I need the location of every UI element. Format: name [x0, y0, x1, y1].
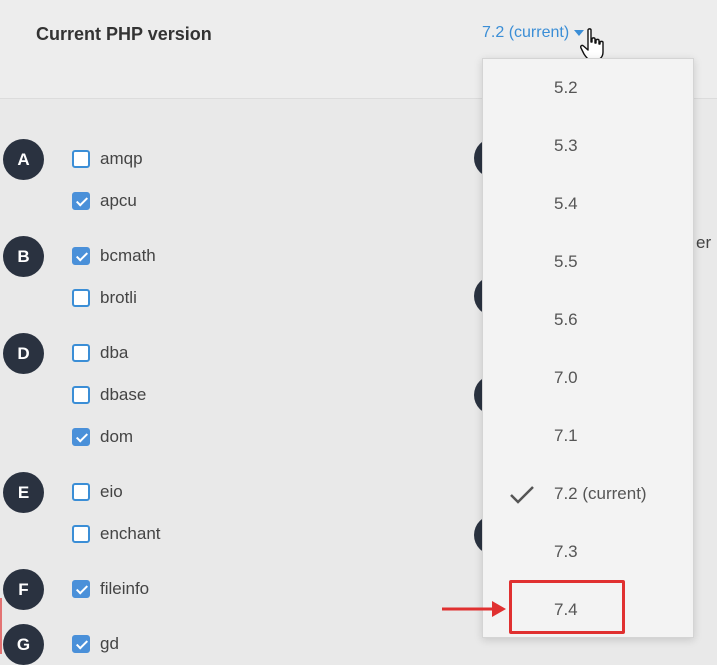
version-option-7-0[interactable]: 7.0 — [483, 349, 693, 407]
extension-checkbox[interactable] — [72, 483, 90, 501]
version-option-label: 5.6 — [554, 310, 578, 329]
version-option-5-3[interactable]: 5.3 — [483, 117, 693, 175]
extension-label: apcu — [100, 191, 137, 210]
highlight-box — [509, 580, 625, 634]
version-option-label: 7.2 (current) — [554, 484, 647, 503]
extension-checkbox[interactable] — [72, 344, 90, 362]
version-option-7-3[interactable]: 7.3 — [483, 523, 693, 581]
extension-amqp[interactable]: amqp — [72, 147, 143, 171]
extension-checkbox[interactable] — [72, 635, 90, 653]
extension-label: eio — [100, 482, 123, 501]
php-version-menu: 5.2 5.3 5.4 5.5 5.6 7.0 7.1 7.2 (current) 7.3 7.4 — [482, 58, 694, 638]
letter-badge-b: B — [3, 236, 44, 277]
extension-label: fileinfo — [100, 579, 150, 598]
letter-badge-f: F — [3, 569, 44, 610]
extension-label: dbase — [100, 385, 147, 404]
extension-checkbox[interactable] — [72, 150, 90, 168]
extension-brotli[interactable]: brotli — [72, 286, 137, 310]
hand-cursor-icon — [580, 28, 604, 61]
extension-label: dom — [100, 427, 134, 446]
extension-dba[interactable]: dba — [72, 341, 128, 365]
extension-fileinfo[interactable]: fileinfo — [72, 577, 149, 601]
extension-label: bcmath — [100, 246, 156, 265]
letter-badge-e: E — [3, 472, 44, 513]
version-option-label: 5.3 — [554, 136, 578, 155]
version-option-5-5[interactable]: 5.5 — [483, 233, 693, 291]
red-arrow-icon — [442, 601, 506, 617]
extension-eio[interactable]: eio — [72, 480, 123, 504]
extension-checkbox[interactable] — [72, 247, 90, 265]
letter-badge-g: G — [3, 624, 44, 665]
letter-badge-a: A — [3, 139, 44, 180]
edge-stripe — [0, 598, 2, 654]
page-title: Current PHP version — [36, 24, 212, 44]
extension-label: gd — [100, 634, 119, 653]
extension-dbase[interactable]: dbase — [72, 383, 146, 407]
current-version-label: 7.2 (current) — [482, 24, 570, 41]
extension-label: dba — [100, 343, 129, 362]
php-version-dropdown-toggle[interactable]: 7.2 (current) — [482, 24, 585, 42]
extension-enchant[interactable]: enchant — [72, 522, 161, 546]
version-option-5-6[interactable]: 5.6 — [483, 291, 693, 349]
extension-checkbox[interactable] — [72, 192, 90, 210]
extension-label: brotli — [100, 288, 137, 307]
checkmark-icon — [510, 486, 534, 504]
version-option-label: 5.2 — [554, 78, 578, 97]
version-option-label: 5.4 — [554, 194, 578, 213]
extension-checkbox[interactable] — [72, 386, 90, 404]
version-option-label: 5.5 — [554, 252, 578, 271]
version-option-label: 7.0 — [554, 368, 578, 387]
version-option-7-1[interactable]: 7.1 — [483, 407, 693, 465]
extension-checkbox[interactable] — [72, 289, 90, 307]
truncated-text: er — [696, 233, 712, 252]
extension-label: amqp — [100, 149, 143, 168]
extension-apcu[interactable]: apcu — [72, 189, 137, 213]
letter-badge-d: D — [3, 333, 44, 374]
version-option-label: 7.1 — [554, 426, 578, 445]
extension-gd[interactable]: gd — [72, 632, 119, 656]
extension-checkbox[interactable] — [72, 580, 90, 598]
extension-checkbox[interactable] — [72, 428, 90, 446]
version-option-label: 7.3 — [554, 542, 578, 561]
extension-dom[interactable]: dom — [72, 425, 133, 449]
version-option-5-2[interactable]: 5.2 — [483, 59, 693, 117]
version-option-7-2[interactable]: 7.2 (current) — [483, 465, 693, 523]
extension-checkbox[interactable] — [72, 525, 90, 543]
extension-bcmath[interactable]: bcmath — [72, 244, 156, 268]
extension-label: enchant — [100, 524, 161, 543]
version-option-5-4[interactable]: 5.4 — [483, 175, 693, 233]
